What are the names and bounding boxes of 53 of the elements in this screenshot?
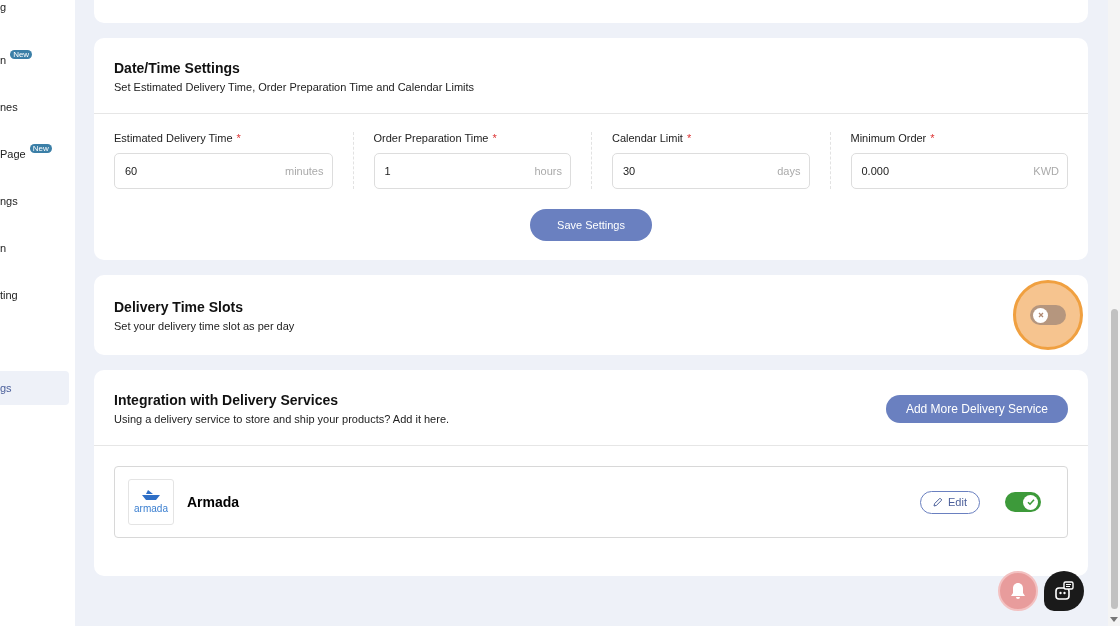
section-subtitle: Set Estimated Delivery Time, Order Preparation Time and Calendar Limits (114, 81, 476, 93)
scroll-down-icon[interactable] (1110, 617, 1118, 622)
scrollbar-thumb[interactable] (1110, 309, 1118, 609)
section-title: Date/Time Settings (114, 60, 241, 76)
sidebar-item[interactable]: nes (0, 83, 69, 130)
section-title: Delivery Time Slots (114, 298, 244, 315)
toggle-switch[interactable] (1030, 305, 1066, 325)
chatbot-button[interactable] (1044, 571, 1084, 611)
sidebar-item-label: Page (0, 147, 26, 160)
sidebar-item[interactable]: gs (0, 371, 69, 405)
required-mark: * (236, 132, 241, 144)
pencil-icon (933, 497, 944, 507)
service-logo: armada (128, 479, 174, 525)
field-label: Calendar Limit (612, 132, 683, 144)
sidebar-item[interactable]: g (0, 0, 69, 14)
sidebar-item-label: ting (0, 288, 18, 301)
required-mark: * (930, 132, 935, 144)
input-field[interactable]: 0.000 KWD (850, 153, 1068, 189)
section-subtitle: Using a delivery service to store and ship your products? Add it here. (114, 413, 450, 425)
input-field[interactable]: 60 minutes (114, 153, 333, 189)
service-name: Armada (187, 494, 241, 510)
notification-bell-button[interactable] (998, 571, 1038, 611)
bell-icon (1008, 581, 1028, 601)
sidebar-item-label: nes (0, 100, 18, 113)
sidebar-item-label: ngs (0, 194, 18, 207)
required-mark: * (492, 132, 497, 144)
field-label: Order Preparation Time (373, 132, 489, 144)
new-badge: New (29, 144, 52, 153)
sidebar-item[interactable]: n New (0, 36, 69, 83)
close-icon (1036, 311, 1045, 319)
input-field[interactable]: 30 days (612, 153, 810, 189)
save-settings-button[interactable]: Save Settings (530, 209, 652, 241)
add-delivery-service-button[interactable]: Add More Delivery Service (885, 394, 1068, 423)
sidebar-item-label: gs (0, 382, 12, 394)
sidebar-item[interactable]: ting (0, 271, 69, 318)
section-subtitle: Set your delivery time slot as per day (114, 319, 295, 332)
new-badge: New (10, 50, 33, 59)
sidebar-item[interactable]: Page New (0, 130, 69, 177)
toggle-switch[interactable] (1005, 492, 1041, 512)
robot-chat-icon (1052, 579, 1076, 603)
sidebar-item[interactable]: n (0, 224, 69, 271)
edit-button[interactable]: Edit (920, 490, 980, 514)
boat-icon (140, 490, 162, 501)
field-label: Estimated Delivery Time (114, 132, 233, 144)
required-mark: * (686, 132, 692, 144)
section-title: Integration with Delivery Services (114, 392, 340, 408)
sidebar-item-label: n (0, 53, 7, 66)
sidebar-item[interactable]: ngs (0, 177, 69, 224)
field-label: Minimum Order (850, 132, 927, 144)
sidebar-item-label: n (0, 241, 7, 254)
sidebar-item-label: g (0, 1, 7, 13)
input-field[interactable]: 1 hours (373, 153, 571, 189)
check-icon (1025, 497, 1036, 507)
